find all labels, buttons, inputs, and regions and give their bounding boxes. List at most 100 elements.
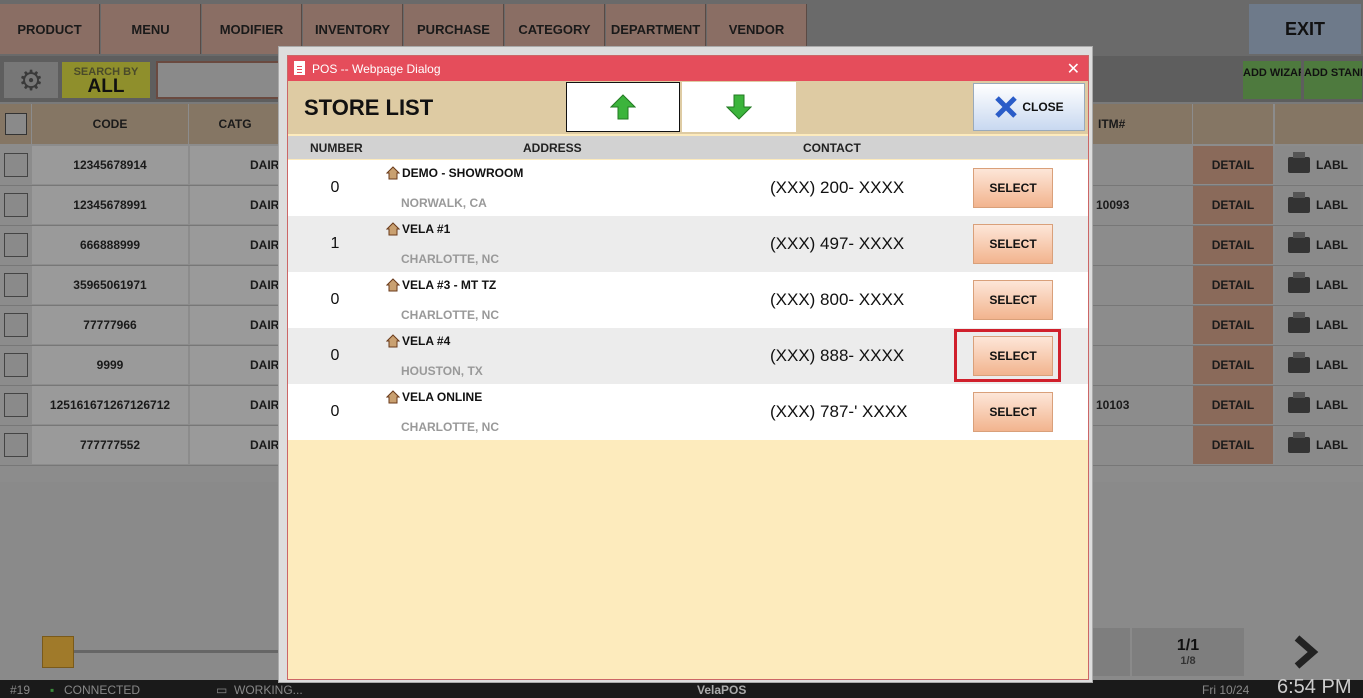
store-contact: (XXX) 800- XXXX [770, 290, 905, 309]
add-standard-button[interactable]: ADD STANDARD [1304, 61, 1362, 99]
store-number: 0 [330, 291, 340, 308]
label-print-label: LABL [1316, 198, 1348, 212]
store-number: 1 [330, 235, 340, 252]
select-store-button[interactable]: SELECT [973, 280, 1053, 320]
pager-sub: 1/8 [1180, 655, 1196, 667]
select-store-button[interactable]: SELECT [973, 392, 1053, 432]
detail-button[interactable]: DETAIL [1193, 426, 1273, 464]
label-print-label: LABL [1316, 438, 1348, 452]
label-print-button[interactable]: LABL [1275, 386, 1361, 424]
arrow-up-icon [610, 94, 636, 120]
row-checkbox[interactable] [4, 433, 28, 457]
printer-icon [1288, 272, 1310, 293]
detail-button[interactable]: DETAIL [1193, 346, 1273, 384]
row-checkbox[interactable] [4, 193, 28, 217]
column-header-labl [1275, 104, 1363, 144]
store-name-cell: VELA ONLINE [386, 390, 482, 404]
store-row: 1 VELA #1 CHARLOTTE, NC (XXX) 497- XXXX … [288, 216, 1088, 272]
detail-button[interactable]: DETAIL [1193, 266, 1273, 304]
document-icon [294, 61, 305, 75]
nav-menu[interactable]: MENU [101, 4, 201, 54]
row-itm [1092, 266, 1192, 304]
row-code: 777777552 [32, 426, 188, 464]
row-code: 9999 [32, 346, 188, 384]
add-wizard-button[interactable]: ADD WIZARD [1243, 61, 1301, 99]
label-print-label: LABL [1316, 278, 1348, 292]
row-checkbox[interactable] [4, 393, 28, 417]
page-title: STORE LIST [304, 95, 434, 120]
slider-track [74, 650, 284, 653]
store-name: VELA #1 [402, 222, 451, 236]
row-itm: 10093 [1096, 198, 1130, 212]
detail-button[interactable]: DETAIL [1193, 186, 1273, 224]
row-checkbox[interactable] [4, 153, 28, 177]
column-header-category[interactable]: CATG [189, 104, 281, 144]
detail-button[interactable]: DETAIL [1193, 226, 1273, 264]
status-date: Fri 10/24 [1202, 683, 1250, 697]
detail-button[interactable]: DETAIL [1193, 146, 1273, 184]
select-store-button[interactable]: SELECT [973, 224, 1053, 264]
nav-product[interactable]: PRODUCT [0, 4, 100, 54]
row-checkbox[interactable] [4, 233, 28, 257]
store-name: VELA #3 - MT TZ [402, 278, 497, 292]
pager: 1/1 1/8 [1132, 628, 1244, 676]
scroll-down-button[interactable] [682, 82, 796, 132]
row-checkbox[interactable] [4, 273, 28, 297]
printer-icon [1288, 232, 1310, 253]
row-itm [1092, 306, 1192, 344]
gear-icon[interactable]: ⚙ [4, 62, 58, 98]
label-print-button[interactable]: LABL [1275, 146, 1361, 184]
label-print-button[interactable]: LABL [1275, 186, 1361, 224]
slider-handle[interactable] [42, 636, 74, 668]
label-print-label: LABL [1316, 398, 1348, 412]
pager-prev-button[interactable] [1090, 628, 1130, 676]
close-button[interactable]: CLOSE [973, 83, 1085, 131]
store-contact: (XXX) 888- XXXX [770, 346, 905, 365]
store-name-cell: VELA #3 - MT TZ [386, 278, 496, 292]
store-number: 0 [330, 347, 340, 364]
store-row: 0 DEMO - SHOWROOM NORWALK, CA (XXX) 200-… [288, 160, 1088, 216]
connection-status: CONNECTED [64, 683, 141, 697]
label-print-button[interactable]: LABL [1275, 266, 1361, 304]
row-code: 77777966 [32, 306, 188, 344]
column-header-number: NUMBER [310, 141, 363, 155]
scroll-up-button[interactable] [566, 82, 680, 132]
select-all-header[interactable] [0, 104, 31, 144]
column-header-itm[interactable]: ITM# [1092, 104, 1192, 144]
terminal-number: #19 [10, 683, 31, 697]
label-print-label: LABL [1316, 238, 1348, 252]
column-header-code[interactable]: CODE [32, 104, 188, 144]
label-print-button[interactable]: LABL [1275, 426, 1361, 464]
working-icon: ▭ [216, 683, 228, 697]
chevron-right-icon [1294, 635, 1319, 669]
close-icon[interactable]: ✕ [1067, 59, 1080, 79]
row-checkbox[interactable] [4, 353, 28, 377]
exit-button[interactable]: EXIT [1249, 4, 1361, 54]
store-contact: (XXX) 497- XXXX [770, 234, 905, 253]
row-code: 35965061971 [32, 266, 188, 304]
label-print-label: LABL [1316, 358, 1348, 372]
row-code: 125161671267126712 [32, 386, 188, 424]
search-by-button[interactable]: SEARCH BY ALL [62, 62, 150, 98]
store-list-header: NUMBER ADDRESS CONTACT [288, 136, 1088, 159]
label-print-button[interactable]: LABL [1275, 346, 1361, 384]
arrow-down-icon [726, 94, 752, 120]
detail-button[interactable]: DETAIL [1193, 306, 1273, 344]
row-checkbox[interactable] [4, 313, 28, 337]
x-icon [995, 96, 1018, 118]
store-city: NORWALK, CA [401, 196, 487, 210]
select-store-button[interactable]: SELECT [973, 168, 1053, 208]
store-name: VELA ONLINE [402, 390, 483, 404]
store-contact: (XXX) 200- XXXX [770, 178, 905, 197]
store-contact: (XXX) 787-' XXXX [770, 402, 908, 421]
label-print-button[interactable]: LABL [1275, 306, 1361, 344]
label-print-button[interactable]: LABL [1275, 226, 1361, 264]
store-city: CHARLOTTE, NC [401, 308, 499, 322]
printer-icon [1288, 392, 1310, 413]
detail-button[interactable]: DETAIL [1193, 386, 1273, 424]
printer-icon [1288, 192, 1310, 213]
store-number: 0 [330, 179, 340, 196]
next-page-button[interactable] [1248, 628, 1362, 676]
row-itm: 10103 [1096, 398, 1130, 412]
search-input[interactable] [156, 61, 286, 99]
